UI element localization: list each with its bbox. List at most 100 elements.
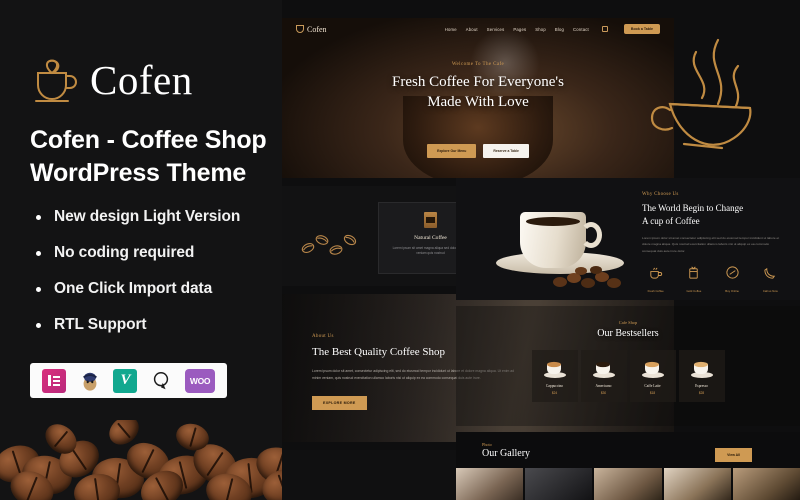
mug-shape (520, 212, 586, 268)
why-title: The World Begin to Change A cup of Coffe… (642, 202, 784, 228)
promo-left-panel: Cofen Cofen - Coffee Shop WordPress Them… (0, 0, 282, 500)
why-feature-item[interactable]: Fresh Coffee (642, 265, 669, 293)
about-explore-button[interactable]: EXPLORE MORE (312, 395, 367, 410)
mockup-why-choose-section: Why Choose Us The World Begin to Change … (456, 178, 800, 300)
hero-primary-button[interactable]: Explore Our Menu (427, 144, 477, 158)
mockup-hero-section: Cofen Home About Services Pages Shop Blo… (282, 18, 674, 178)
feature-item: No coding required (34, 244, 274, 262)
fresh-coffee-icon (650, 267, 663, 279)
elementor-icon (47, 375, 60, 386)
feature-item: RTL Support (34, 316, 274, 334)
promo-banner: Cofen Home About Services Pages Shop Blo… (0, 0, 800, 500)
call-us-icon (764, 267, 776, 279)
why-title-line1: The World Begin to Change (642, 203, 744, 213)
quform-badge[interactable] (149, 369, 173, 393)
why-eyebrow: Why Choose Us (642, 192, 679, 197)
why-feature-item[interactable]: Gold Coffee (680, 265, 707, 293)
coffee-beans-pile (553, 266, 621, 288)
mockup-bestsellers-section: Cafe Shop Our Bestsellers Cappuccino $24… (456, 306, 800, 426)
hero-title-line2: Made With Love (427, 94, 529, 111)
why-feature-item[interactable]: Call us Now (757, 265, 784, 293)
feature-item: New design Light Version (34, 208, 274, 226)
buy-online-icon (726, 266, 739, 279)
coffee-cup-icon (35, 59, 77, 102)
product-price: $30 (600, 391, 607, 395)
mailchimp-badge[interactable] (78, 369, 102, 393)
why-feature-label: Fresh Coffee (647, 289, 664, 294)
nav-item-blog[interactable]: Blog (555, 27, 564, 32)
coffee-cup-line-art-icon (650, 38, 752, 150)
product-price: $24 (551, 391, 558, 395)
why-feature-label: Call us Now (762, 289, 778, 294)
mailchimp-icon (82, 372, 97, 391)
hero-title-line1: Fresh Coffee For Everyone's (392, 74, 564, 90)
why-coffee-cup-image (484, 192, 634, 290)
mockup-gallery-section: Photo Our Gallery View All (456, 432, 800, 500)
caffe-latte-cup-image (641, 361, 664, 378)
site-header: Cofen Home About Services Pages Shop Blo… (282, 18, 674, 40)
hero-secondary-button[interactable]: Reserve a Table (483, 144, 529, 158)
hero-buttons: Explore Our Menu Reserve a Table (282, 144, 674, 158)
technology-badge-bar: V WOO (30, 363, 227, 398)
product-name: Caffe Latte (644, 384, 661, 388)
gallery-photo[interactable] (594, 468, 662, 500)
quform-icon (154, 371, 169, 389)
page-title: Cofen - Coffee Shop WordPress Theme (30, 126, 267, 187)
shopping-cart-icon[interactable] (601, 26, 608, 32)
visual-composer-icon: V (120, 372, 131, 388)
coffee-beans-photo (0, 420, 282, 500)
feature-item: One Click Import data (34, 280, 274, 298)
americano-cup-image (592, 361, 615, 378)
elementor-badge[interactable] (41, 368, 66, 393)
why-choose-content: Why Choose Us The World Begin to Change … (642, 192, 784, 300)
nav-item-home[interactable]: Home (445, 27, 457, 32)
why-feature-label: Buy Online (725, 289, 739, 294)
woocommerce-icon: WOO (189, 375, 211, 386)
nav-item-shop[interactable]: Shop (535, 27, 546, 32)
hero-title: Fresh Coffee For Everyone's Made With Lo… (282, 72, 674, 113)
gallery-eyebrow: Photo (482, 442, 492, 447)
gallery-view-all-button[interactable]: View All (715, 448, 752, 462)
gallery-photo[interactable] (456, 468, 524, 500)
product-name: Espresso (695, 384, 708, 388)
espresso-cup-image (690, 361, 713, 378)
hero-eyebrow: Welcome To The Cafe (451, 62, 505, 67)
product-price: $28 (698, 391, 705, 395)
nav-item-about[interactable]: About (466, 27, 478, 32)
gold-coffee-icon (689, 266, 699, 279)
product-name: Americano (595, 384, 612, 388)
product-name: Cappuccino (545, 384, 564, 388)
bestsellers-title: Our Bestsellers (597, 328, 659, 339)
nav-item-pages[interactable]: Pages (513, 27, 526, 32)
site-logo[interactable]: Cofen (296, 25, 327, 34)
product-list: Cappuccino $24 Americano $30 Caffe Latte… (456, 350, 800, 402)
why-feature-item[interactable]: Buy Online (719, 265, 746, 293)
woocommerce-badge[interactable]: WOO (185, 368, 216, 393)
product-price: $18 (649, 391, 656, 395)
why-title-line2: A cup of Coffee (642, 216, 700, 227)
gallery-photo[interactable] (525, 468, 593, 500)
product-card[interactable]: Americano $30 (580, 350, 627, 402)
gallery-title: Our Gallery (482, 448, 531, 459)
why-feature-label: Gold Coffee (686, 289, 702, 294)
nav-item-services[interactable]: Services (487, 27, 505, 32)
product-card[interactable]: Caffe Latte $18 (629, 350, 676, 402)
brand-lockup: Cofen (32, 57, 193, 103)
brand-name: Cofen (90, 56, 193, 103)
coffee-bag-icon (424, 212, 437, 228)
site-logo-text: Cofen (307, 24, 327, 34)
product-card[interactable]: Espresso $28 (678, 350, 725, 402)
service-card-title: Natural Coffee (414, 235, 447, 241)
gallery-photo-strip (456, 468, 800, 500)
cappuccino-cup-image (543, 361, 566, 378)
coffee-beans-decor-icon (301, 234, 357, 255)
visual-composer-badge[interactable]: V (113, 368, 138, 393)
nav-item-contact[interactable]: Contact (573, 27, 589, 32)
why-body: Lorem ipsum dolor sit amet consectetur a… (642, 236, 780, 253)
gallery-photo[interactable] (663, 468, 731, 500)
gallery-photo[interactable] (732, 468, 800, 500)
product-card[interactable]: Cappuccino $24 (531, 350, 578, 402)
bestsellers-eyebrow: Cafe Shop (618, 320, 638, 325)
feature-list: New design Light Version No coding requi… (34, 208, 274, 352)
why-feature-list: Fresh Coffee Gold Coffee Buy Online Call… (642, 265, 784, 293)
